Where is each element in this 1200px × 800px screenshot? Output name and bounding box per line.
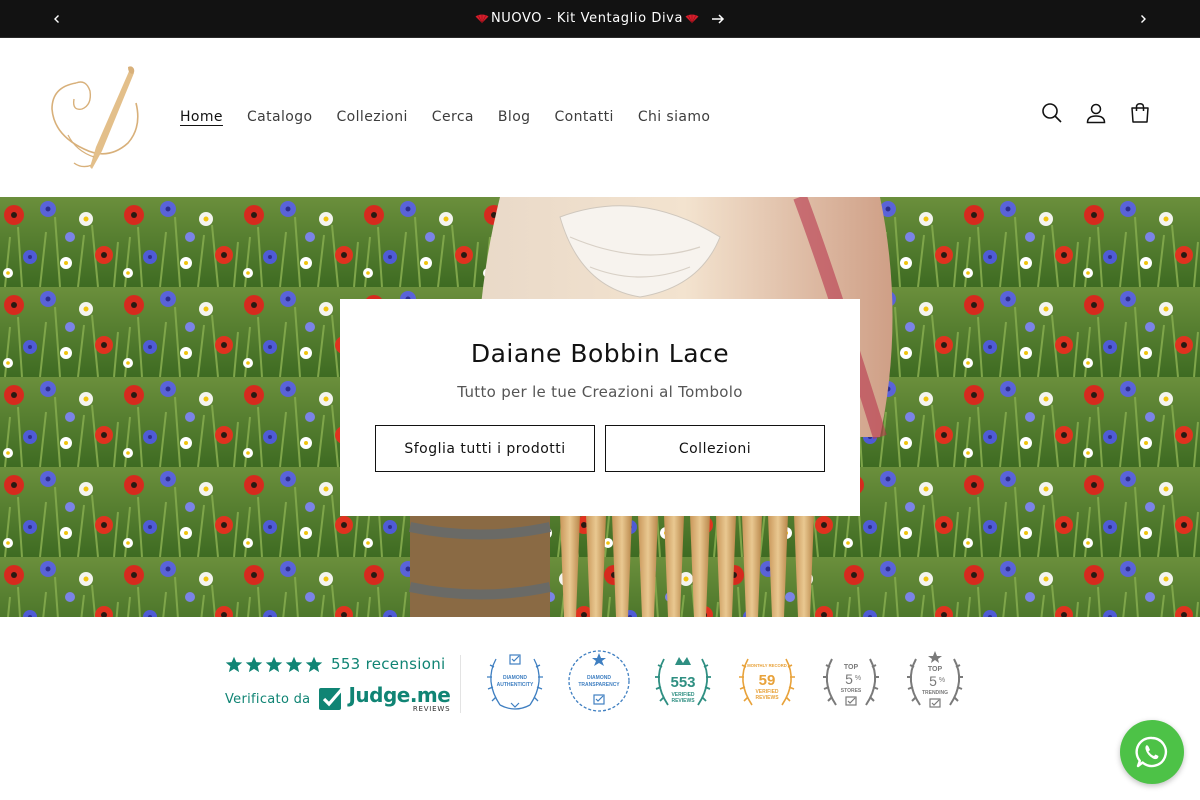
nav-chi-siamo[interactable]: Chi siamo: [626, 105, 723, 129]
badge-diamond-authenticity[interactable]: DIAMOND AUTHENTICITY: [482, 647, 548, 715]
fan-icon: [685, 14, 699, 23]
badge-big-number: 5: [845, 671, 853, 687]
announcement-bar: NUOVO - Kit Ventaglio Diva: [0, 0, 1200, 38]
badge-percent: %: [939, 677, 945, 684]
badge-top-label: TOP: [928, 666, 943, 673]
site-logo[interactable]: [46, 65, 146, 173]
nav-blog[interactable]: Blog: [486, 105, 543, 129]
nav-collezioni[interactable]: Collezioni: [324, 105, 419, 129]
judgeme-brand-name: Judge.me: [348, 683, 451, 707]
fan-icon: [475, 14, 489, 23]
search-icon: [1042, 103, 1062, 123]
badge-line2: AUTHENTICITY: [497, 682, 534, 688]
nav-home[interactable]: Home: [168, 105, 235, 129]
badge-top-stores[interactable]: TOP 5 % STORES: [818, 647, 884, 715]
badge-big-number: 553: [670, 674, 695, 691]
laurel-badge-icon: DIAMOND TRANSPARENCY: [568, 650, 630, 712]
announcement-prev-button[interactable]: [38, 0, 76, 38]
judgeme-brand-sub: REVIEWS: [412, 705, 451, 713]
announcement-link[interactable]: NUOVO - Kit Ventaglio Diva: [475, 11, 725, 26]
chevron-right-icon: [1141, 15, 1146, 23]
badge-line2: REVIEWS: [671, 698, 695, 704]
badge-verified-reviews[interactable]: 553 VERIFIED REVIEWS: [650, 647, 716, 715]
rating-summary: 553 recensioni Verificato da Judge.me RE…: [225, 655, 451, 713]
badge-monthly-record[interactable]: MONTHLY RECORD 59 VERIFIED REVIEWS: [734, 647, 800, 715]
whatsapp-button[interactable]: [1120, 720, 1184, 784]
cart-button[interactable]: [1126, 99, 1154, 127]
hero-subtitle: Tutto per le tue Creazioni al Tombolo: [457, 383, 743, 401]
badge-line2: REVIEWS: [755, 695, 779, 701]
star-icon: [245, 656, 263, 672]
hero-buttons: Sfoglia tutti i prodotti Collezioni: [340, 425, 860, 472]
star-icon: [305, 656, 323, 672]
account-button[interactable]: [1082, 99, 1110, 127]
site-header: Home Catalogo Collezioni Cerca Blog Cont…: [0, 39, 1200, 197]
badge-line1: DIAMOND: [503, 675, 527, 681]
star-icon: [285, 656, 303, 672]
laurel-badge-icon: MONTHLY RECORD 59 VERIFIED REVIEWS: [739, 658, 795, 706]
review-count-link[interactable]: 553 recensioni: [331, 655, 445, 673]
header-icons: [1038, 99, 1154, 127]
daiane-logo-icon: [51, 66, 139, 169]
verified-by-label: Verificato da: [225, 691, 311, 707]
announcement-next-button[interactable]: [1124, 0, 1162, 38]
badge-top-trending[interactable]: TOP 5 % TRENDING: [902, 647, 968, 715]
collections-button[interactable]: Collezioni: [605, 425, 825, 472]
judgeme-logo[interactable]: Judge.me REVIEWS: [318, 683, 451, 713]
badge-top-label: TOP: [844, 664, 859, 671]
announcement-text: NUOVO - Kit Ventaglio Diva: [490, 11, 684, 26]
review-badges: DIAMOND AUTHENTICITY DIAMOND TRANSPARENC…: [482, 647, 968, 715]
laurel-badge-icon: TOP 5 % TRENDING: [907, 651, 963, 708]
star-icon: [225, 656, 243, 672]
hero-content-box: Daiane Bobbin Lace Tutto per le tue Crea…: [340, 299, 860, 516]
nav-contatti[interactable]: Contatti: [542, 105, 625, 129]
badge-line1: DIAMOND: [587, 675, 611, 681]
hero-title: Daiane Bobbin Lace: [470, 339, 730, 368]
browse-all-products-button[interactable]: Sfoglia tutti i prodotti: [375, 425, 595, 472]
star-rating: [225, 656, 323, 673]
whatsapp-icon: [1135, 736, 1168, 768]
main-nav: Home Catalogo Collezioni Cerca Blog Cont…: [168, 105, 722, 129]
laurel-badge-icon: 553 VERIFIED REVIEWS: [655, 657, 711, 706]
reviews-strip: 553 recensioni Verificato da Judge.me RE…: [0, 617, 1200, 800]
badge-line1: TRENDING: [922, 690, 948, 696]
badge-line2: TRANSPARENCY: [578, 682, 620, 688]
badge-big-number: 5: [929, 673, 937, 689]
account-icon: [1086, 103, 1106, 124]
reviews-divider: [460, 655, 461, 713]
nav-cerca[interactable]: Cerca: [420, 105, 486, 129]
nav-catalogo[interactable]: Catalogo: [235, 105, 325, 129]
laurel-badge-icon: DIAMOND AUTHENTICITY: [487, 654, 543, 710]
laurel-badge-icon: TOP 5 % STORES: [823, 658, 879, 706]
badge-percent: %: [855, 675, 861, 682]
arrow-right-icon: [712, 13, 725, 24]
chevron-left-icon: [54, 15, 59, 23]
star-icon: [265, 656, 283, 672]
badge-line1: STORES: [841, 688, 862, 694]
badge-big-number: 59: [759, 672, 776, 689]
judgeme-check-icon: [319, 687, 344, 710]
hero-banner: Daiane Bobbin Lace Tutto per le tue Crea…: [0, 197, 1200, 617]
badge-top-label: MONTHLY RECORD: [747, 663, 787, 668]
search-button[interactable]: [1038, 99, 1066, 127]
badge-diamond-transparency[interactable]: DIAMOND TRANSPARENCY: [566, 647, 632, 715]
cart-icon: [1131, 103, 1149, 123]
